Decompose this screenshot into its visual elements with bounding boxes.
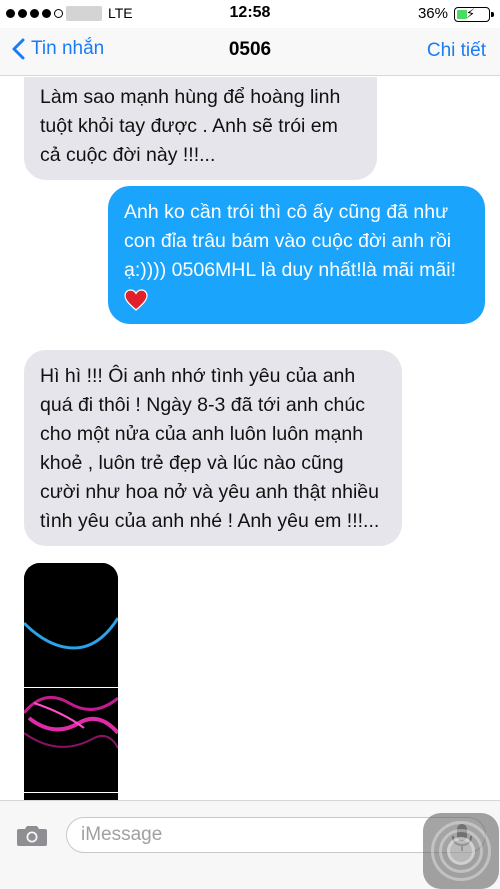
- camera-icon[interactable]: [16, 823, 48, 847]
- assistive-touch-button[interactable]: [423, 813, 499, 889]
- message-list: Làm sao mạnh hùng để hoàng linh tuột khỏ…: [0, 77, 500, 800]
- status-bar: LTE 12:58 36% ⚡: [0, 0, 500, 28]
- image-attachment[interactable]: [24, 563, 118, 800]
- message-text: Hì hì !!! Ôi anh nhớ tình yêu của anh qu…: [40, 365, 380, 532]
- details-button[interactable]: Chi tiết: [427, 40, 486, 62]
- battery-icon: ⚡: [454, 6, 494, 22]
- conversation-title: 0506: [228, 39, 272, 60]
- red-heart-icon: [124, 289, 148, 311]
- battery-percent: 36%: [417, 5, 448, 22]
- message-bubble-incoming[interactable]: Hì hì !!! Ôi anh nhớ tình yêu của anh qu…: [24, 350, 402, 546]
- image-attachment-artwork: [24, 563, 118, 800]
- charging-bolt-icon: ⚡: [466, 6, 476, 21]
- message-bubble-incoming[interactable]: Làm sao mạnh hùng để hoàng linh tuột khỏ…: [24, 77, 377, 180]
- navigation-bar: Tin nhắn 0506 Chi tiết: [0, 28, 500, 76]
- message-bubble-outgoing[interactable]: Anh ko cần trói thì cô ấy cũng đã như co…: [108, 186, 485, 324]
- message-text: Làm sao mạnh hùng để hoàng linh tuột khỏ…: [40, 86, 341, 166]
- message-text: Anh ko cần trói thì cô ấy cũng đã như co…: [124, 201, 456, 281]
